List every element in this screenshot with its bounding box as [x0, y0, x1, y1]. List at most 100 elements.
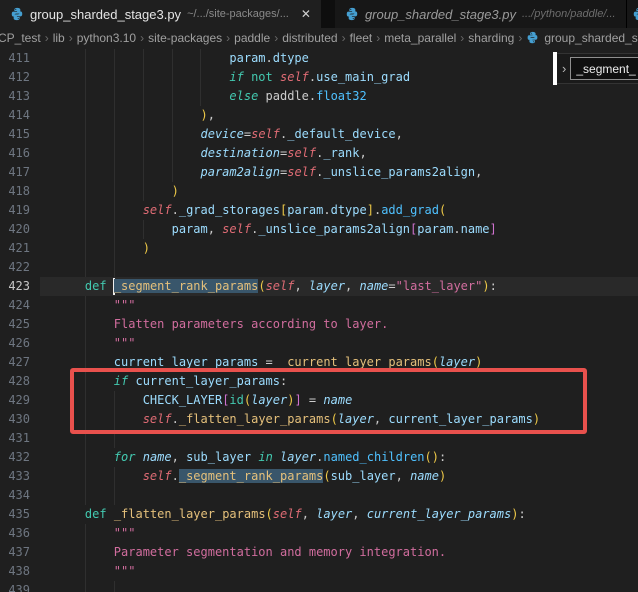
code-token: :	[439, 450, 446, 464]
python-icon	[526, 31, 539, 44]
code-token: .	[323, 203, 330, 217]
code-line-428[interactable]: 428 if current_layer_params:	[0, 372, 638, 391]
code-line-434[interactable]: 434	[0, 486, 638, 505]
code-line-426[interactable]: 426 """	[0, 334, 638, 353]
code-line-430[interactable]: 430 self._flatten_layer_params(layer, cu…	[0, 410, 638, 429]
code-line-414[interactable]: 414 ),	[0, 106, 638, 125]
find-widget-sash[interactable]	[553, 52, 557, 85]
code-line-439[interactable]: 439	[0, 581, 638, 592]
tab-description: .../python/paddle/...	[522, 8, 616, 20]
code-content: )	[56, 182, 179, 201]
code-line-431[interactable]: 431	[0, 429, 638, 448]
code-token: ]	[367, 203, 374, 217]
code-line-424[interactable]: 424 """	[0, 296, 638, 315]
indent-guide	[143, 106, 144, 125]
indent-guide	[200, 87, 201, 106]
code-token: """	[114, 298, 136, 312]
code-content: param2align=self._unslice_params2align,	[56, 163, 482, 182]
line-number: 415	[0, 125, 30, 144]
indent-guide	[114, 258, 115, 277]
code-line-423[interactable]: 423 def _segment_rank_params(self, layer…	[0, 277, 638, 296]
breadcrumb-item[interactable]: CP_test	[0, 31, 43, 45]
breadcrumb-file[interactable]: group_sharded_stage3.py	[542, 31, 638, 45]
breadcrumb-item[interactable]: fleet	[348, 31, 375, 45]
breadcrumb-item[interactable]: python3.10	[75, 31, 138, 45]
code-line-413[interactable]: 413 else paddle.float32	[0, 87, 638, 106]
code-token: ]	[490, 222, 497, 236]
line-number: 411	[0, 49, 30, 68]
tab-2[interactable]: group_sharded_stage3.py.../python/paddle…	[335, 0, 626, 28]
code-token: param	[417, 222, 453, 236]
code-content: else paddle.float32	[56, 87, 367, 106]
code-line-433[interactable]: 433 self._segment_rank_params(sub_layer,…	[0, 467, 638, 486]
code-line-411[interactable]: 411 param.dtype	[0, 49, 638, 68]
line-number: 432	[0, 448, 30, 467]
code-token: _rank	[323, 146, 359, 160]
code-line-432[interactable]: 432 for name, sub_layer in layer.named_c…	[0, 448, 638, 467]
line-number: 417	[0, 163, 30, 182]
tab-title: group_sharded_stage3.py	[30, 7, 181, 22]
chevron-separator-icon: ›	[224, 31, 232, 45]
breadcrumb-item[interactable]: meta_parallel	[382, 31, 458, 45]
code-line-438[interactable]: 438 """	[0, 562, 638, 581]
breadcrumb-item[interactable]: distributed	[280, 31, 339, 45]
indent-guide	[114, 163, 115, 182]
indent-guide	[114, 391, 115, 410]
indent-guide	[85, 106, 86, 125]
line-number: 439	[0, 581, 30, 592]
indent-guide	[114, 125, 115, 144]
code-line-418[interactable]: 418 )	[0, 182, 638, 201]
code-token: current_layer_params	[388, 412, 533, 426]
indent-guide	[143, 163, 144, 182]
indent-guide	[114, 106, 115, 125]
code-line-412[interactable]: 412 if not self.use_main_grad	[0, 68, 638, 87]
breadcrumb-item[interactable]: paddle	[232, 31, 272, 45]
code-line-422[interactable]: 422	[0, 258, 638, 277]
code-line-436[interactable]: 436 """	[0, 524, 638, 543]
indent-guide	[143, 182, 144, 201]
code-line-417[interactable]: 417 param2align=self._unslice_params2ali…	[0, 163, 638, 182]
code-content: def _segment_rank_params(self, layer, na…	[56, 277, 497, 296]
tab-description: ~/.../site-packages/...	[187, 8, 289, 20]
code-line-419[interactable]: 419 self._grad_storages[param.dtype].add…	[0, 201, 638, 220]
line-number: 412	[0, 68, 30, 87]
line-number: 434	[0, 486, 30, 505]
code-token: named_children	[323, 450, 424, 464]
close-icon[interactable]: ✕	[301, 7, 311, 21]
code-token: .	[172, 469, 179, 483]
breadcrumb-item[interactable]: lib	[51, 31, 67, 45]
code-line-435[interactable]: 435 def _flatten_layer_params(self, laye…	[0, 505, 638, 524]
line-number: 431	[0, 429, 30, 448]
indent-guide	[200, 49, 201, 68]
indent-guide	[143, 144, 144, 163]
code-line-415[interactable]: 415 device=self._default_device,	[0, 125, 638, 144]
code-content: if current_layer_params:	[56, 372, 287, 391]
code-content: """	[56, 296, 135, 315]
code-line-416[interactable]: 416 destination=self._rank,	[0, 144, 638, 163]
code-token: for	[114, 450, 136, 464]
breadcrumb-item[interactable]: site-packages	[146, 31, 224, 45]
tab-1[interactable]: group_sharded_stage3.py ~/.../site-packag…	[0, 0, 321, 28]
code-line-427[interactable]: 427 current_layer_params = _current_laye…	[0, 353, 638, 372]
indent-guide	[143, 125, 144, 144]
code-line-420[interactable]: 420 param, self._unslice_params2align[pa…	[0, 220, 638, 239]
code-line-429[interactable]: 429 CHECK_LAYER[id(layer)] = name	[0, 391, 638, 410]
code-line-437[interactable]: 437 Parameter segmentation and memory in…	[0, 543, 638, 562]
find-input[interactable]: _segment_	[570, 57, 638, 80]
editor[interactable]: 411 param.dtype412 if not self.use_main_…	[0, 47, 638, 592]
code-token: sub_layer	[331, 469, 396, 483]
chevron-separator-icon: ›	[272, 31, 280, 45]
chevron-right-icon[interactable]: ›	[557, 61, 570, 76]
code-token: =	[388, 279, 395, 293]
code-token: self	[143, 469, 172, 483]
code-token: paddle	[266, 89, 309, 103]
indent-guide	[114, 467, 115, 486]
code-line-421[interactable]: 421 )	[0, 239, 638, 258]
tab-3-partial[interactable]	[626, 0, 638, 28]
code-content: CHECK_LAYER[id(layer)] = name	[56, 391, 352, 410]
breadcrumb-item[interactable]: sharding	[466, 31, 516, 45]
indent-guide	[172, 163, 173, 182]
code-token: dtype	[273, 51, 309, 65]
code-line-425[interactable]: 425 Flatten parameters according to laye…	[0, 315, 638, 334]
code-token	[258, 89, 265, 103]
